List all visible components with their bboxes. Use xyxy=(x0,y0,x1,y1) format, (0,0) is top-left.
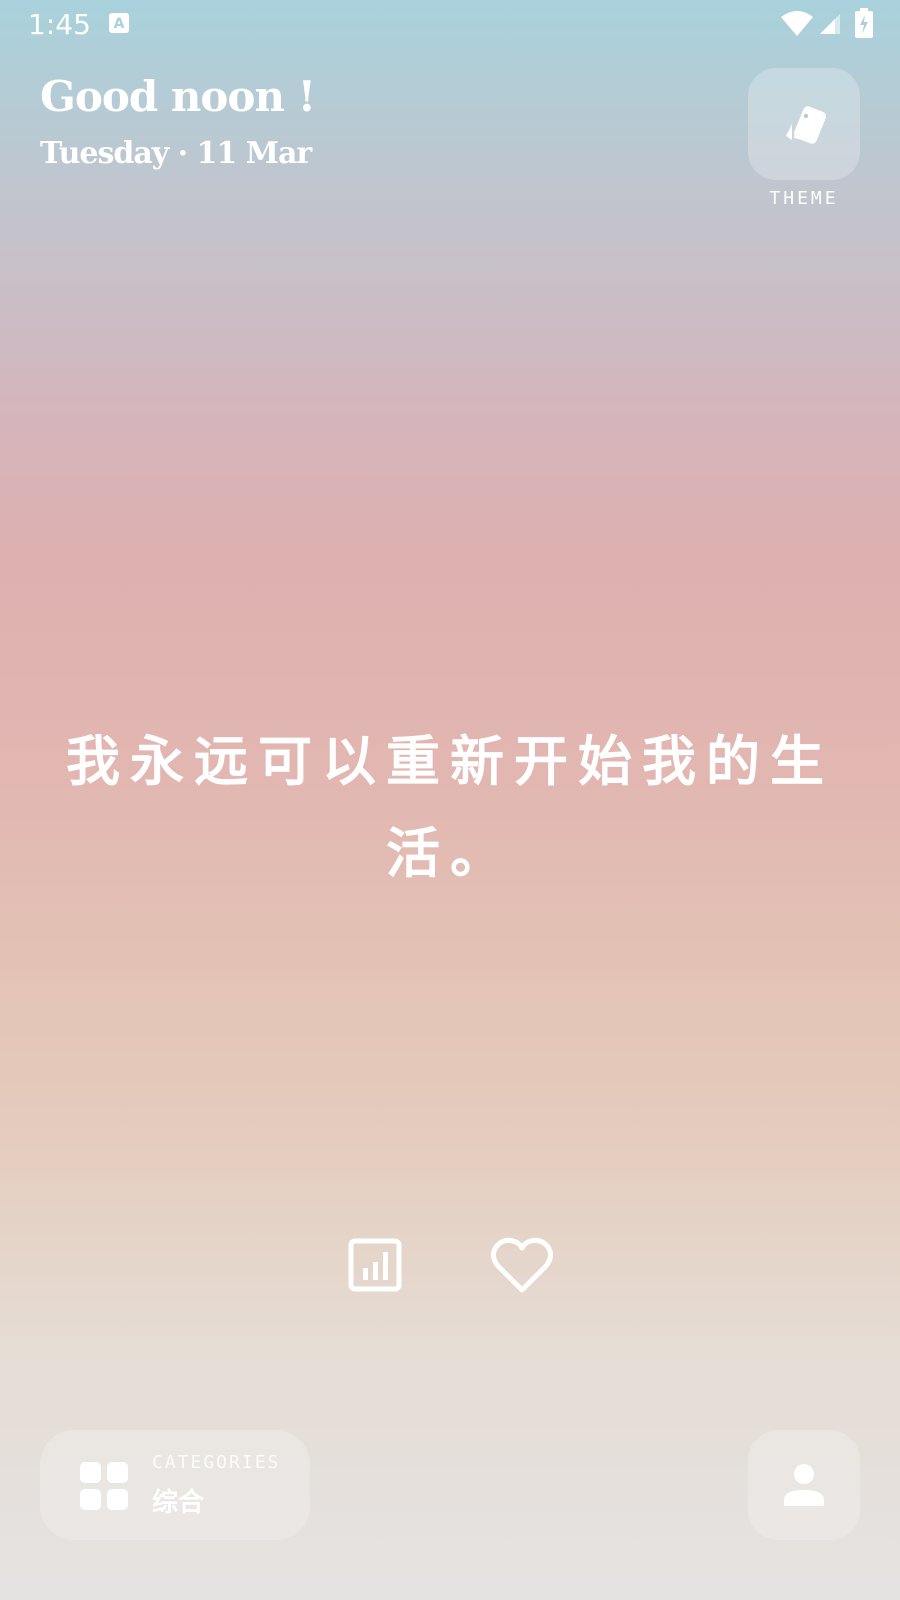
theme-label: THEME xyxy=(769,188,839,209)
categories-label: CATEGORIES xyxy=(152,1452,281,1473)
wifi-icon xyxy=(781,11,813,36)
cards-icon xyxy=(786,106,826,144)
stats-icon[interactable] xyxy=(348,1238,402,1292)
categories-button[interactable]: CATEGORIES 综合 xyxy=(40,1430,310,1540)
status-time: 1:45 xyxy=(28,8,91,41)
battery-charging-icon xyxy=(855,8,873,38)
person-icon xyxy=(784,1464,824,1506)
status-bar: 1:45 A xyxy=(0,0,900,50)
keyboard-a-icon: A xyxy=(109,13,129,33)
heart-icon[interactable] xyxy=(490,1236,554,1296)
profile-button[interactable] xyxy=(748,1430,860,1540)
quote-text: 我永远可以重新开始我的生活。 xyxy=(66,729,834,885)
categories-value: 综合 xyxy=(152,1488,205,1518)
theme-button[interactable] xyxy=(748,68,860,180)
signal-icon xyxy=(820,14,840,34)
grid-icon xyxy=(80,1462,128,1510)
svg-text:A: A xyxy=(114,16,125,32)
greeting-title: Good noon ! xyxy=(40,72,316,121)
date-subtitle: Tuesday · 11 Mar xyxy=(40,136,312,171)
